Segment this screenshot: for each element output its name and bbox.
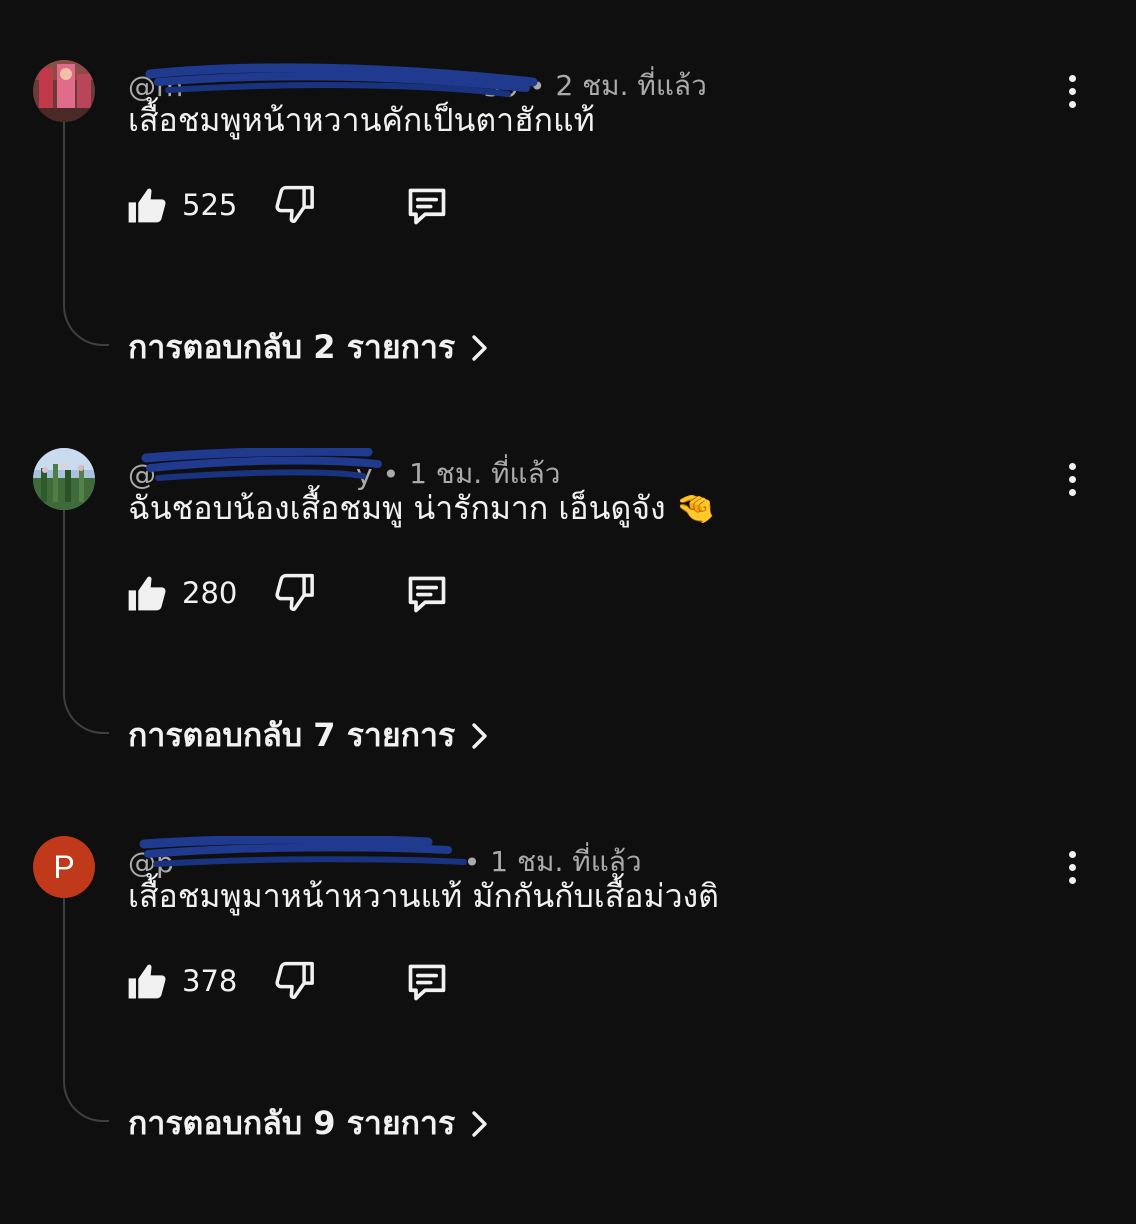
more-vert-icon [1068, 74, 1076, 82]
like-count: 525 [182, 188, 238, 222]
comment-menu-button[interactable] [1056, 846, 1088, 888]
comment-3: P @p • 1 ชม. ที่แล้ว เสื้อชมพูมาหน้าหวาน… [0, 835, 1136, 1224]
redaction-scribble [141, 447, 382, 481]
redaction-scribble [145, 62, 538, 97]
chevron-right-icon [472, 1110, 487, 1137]
more-vert-icon [1068, 850, 1076, 858]
dislike-button[interactable] [274, 960, 316, 1006]
like-button[interactable]: 280 [126, 572, 237, 614]
replies-label: การตอบกลับ 2 รายการ [128, 328, 456, 366]
comment-2: @ y • 1 ชม. ที่แล้ว ฉันชอบน้องเสื้อชมพู น… [0, 447, 1136, 836]
comment-text: เสื้อชมพูมาหน้าหวานแท้ มักกันกับเสื้อม่ว… [128, 877, 719, 915]
replies-label: การตอบกลับ 9 รายการ [128, 1104, 456, 1142]
thumbs-up-icon [128, 576, 166, 611]
comment-icon [408, 576, 446, 613]
like-count: 378 [182, 964, 238, 998]
comment-menu-button[interactable] [1056, 458, 1088, 500]
reply-button[interactable] [404, 572, 450, 620]
thumbs-down-icon [275, 185, 314, 223]
reply-button[interactable] [404, 960, 450, 1008]
comment-icon [408, 188, 446, 225]
thumbs-down-icon [275, 961, 314, 999]
reply-thread-line [63, 122, 109, 346]
comment-1: @m 59 • 2 ชม. ที่แล้ว เสื้อชมพูหน้าหวานคั… [0, 60, 1136, 448]
like-button[interactable]: 378 [126, 960, 237, 1002]
avatar[interactable] [33, 60, 95, 122]
comment-menu-button[interactable] [1056, 70, 1088, 112]
avatar-letter: P [33, 836, 95, 898]
thumbs-up-icon [128, 188, 166, 223]
comment-text: ฉันชอบน้องเสื้อชมพู น่ารักมาก เอ็นดูจัง … [128, 489, 716, 527]
like-button[interactable]: 525 [126, 184, 237, 226]
chevron-right-icon [472, 722, 487, 749]
reply-thread-line [63, 898, 109, 1122]
view-replies-button[interactable]: การตอบกลับ 9 รายการ [128, 1098, 491, 1149]
reply-button[interactable] [404, 184, 450, 232]
chevron-right-icon [472, 334, 487, 361]
replies-label: การตอบกลับ 7 รายการ [128, 716, 456, 754]
comment-icon [408, 964, 446, 1001]
view-replies-button[interactable]: การตอบกลับ 7 รายการ [128, 710, 491, 761]
view-replies-button[interactable]: การตอบกลับ 2 รายการ [128, 322, 491, 373]
avatar[interactable] [33, 448, 95, 510]
dislike-button[interactable] [274, 572, 316, 618]
thumbs-down-icon [275, 573, 314, 611]
comment-text: เสื้อชมพูหน้าหวานคักเป็นตาฮักแท้ [128, 101, 595, 139]
redaction-scribble [139, 835, 467, 867]
more-vert-icon [1068, 462, 1076, 470]
dislike-button[interactable] [274, 184, 316, 230]
like-count: 280 [182, 576, 238, 610]
thumbs-up-icon [128, 964, 166, 999]
reply-thread-line [63, 510, 109, 734]
avatar[interactable]: P [33, 836, 95, 898]
